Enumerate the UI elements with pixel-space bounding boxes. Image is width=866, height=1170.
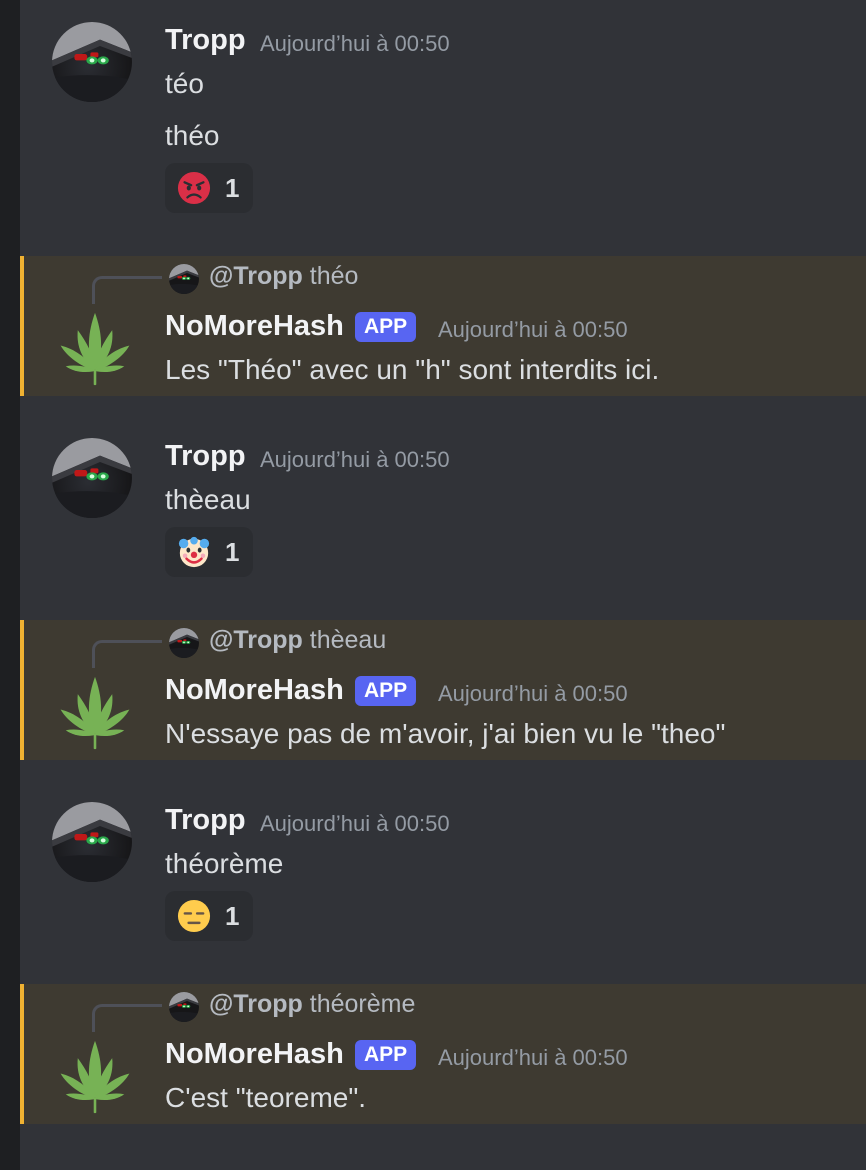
cannabis-leaf-avatar-icon[interactable] [52,1034,138,1120]
message-item[interactable]: @Tropp théorème NoMoreHash APP Aujourd’h… [20,984,866,1124]
message-text: C'est "teoreme". [165,1082,367,1113]
reply-connector [92,640,162,668]
message-item[interactable]: Tropp Aujourd’hui à 00:50 téo théo 1 [20,0,866,230]
avatar[interactable] [52,802,132,882]
reply-preview-text: théo [309,262,359,290]
clown-face-icon [178,536,210,568]
author-name[interactable]: Tropp [165,440,246,473]
user-avatar-image [169,264,199,294]
user-avatar-image [52,802,132,882]
message-timestamp[interactable]: Aujourd’hui à 00:50 [438,317,628,343]
message-item[interactable]: Tropp Aujourd’hui à 00:50 théorème 1 [20,784,866,964]
message-text: Les "Théo" avec un "h" sont interdits ic… [165,354,660,385]
app-badge: APP [355,1040,417,1070]
author-name[interactable]: NoMoreHash [165,1038,344,1071]
user-avatar-image [169,628,199,658]
reply-mention[interactable]: @Tropp [209,262,303,290]
message-item[interactable]: @Tropp théo NoMoreHash APP Aujourd’hui à… [20,256,866,396]
message-item[interactable]: Tropp Aujourd’hui à 00:50 thèeau 1 [20,420,866,600]
app-badge: APP [355,676,417,706]
user-avatar-image [52,438,132,518]
reaction-count: 1 [225,172,240,203]
message-timestamp[interactable]: Aujourd’hui à 00:50 [438,681,628,707]
author-name[interactable]: NoMoreHash [165,674,344,707]
reply-connector [92,276,162,304]
avatar[interactable] [52,438,132,518]
cannabis-leaf-avatar-icon[interactable] [52,670,138,756]
expressionless-face-icon [177,899,211,933]
app-badge: APP [355,312,417,342]
user-avatar-image [169,992,199,1022]
message-timestamp[interactable]: Aujourd’hui à 00:50 [260,811,450,837]
reply-preview-text: thèeau [309,626,387,654]
reaction-button[interactable]: 1 [165,527,253,577]
user-avatar-image [52,22,132,102]
message-text: théo [165,120,220,151]
reply-avatar[interactable] [169,992,199,1022]
message-text: N'essaye pas de m'avoir, j'ai bien vu le… [165,718,726,749]
author-name[interactable]: NoMoreHash [165,310,344,343]
reaction-button[interactable]: 1 [165,891,253,941]
message-timestamp[interactable]: Aujourd’hui à 00:50 [260,447,450,473]
cannabis-leaf-avatar-icon[interactable] [52,306,138,392]
reply-connector [92,1004,162,1032]
reply-avatar[interactable] [169,264,199,294]
reply-preview-text: théorème [309,990,416,1018]
message-text: théorème [165,848,284,879]
reply-preview[interactable]: @Tropp théorème [209,990,415,1019]
avatar[interactable] [52,22,132,102]
message-text: téo [165,68,204,99]
chat-message-list[interactable]: Tropp Aujourd’hui à 00:50 téo théo 1 @Tr… [20,0,866,1170]
reply-preview[interactable]: @Tropp théo [209,262,358,291]
message-timestamp[interactable]: Aujourd’hui à 00:50 [438,1045,628,1071]
reply-avatar[interactable] [169,628,199,658]
reply-preview[interactable]: @Tropp thèeau [209,626,386,655]
reply-mention[interactable]: @Tropp [209,626,303,654]
message-timestamp[interactable]: Aujourd’hui à 00:50 [260,31,450,57]
reaction-count: 1 [225,536,240,567]
author-name[interactable]: Tropp [165,24,246,57]
reaction-button[interactable]: 1 [165,163,253,213]
message-text: thèeau [165,484,251,515]
angry-face-icon [177,171,211,205]
author-name[interactable]: Tropp [165,804,246,837]
reaction-count: 1 [225,900,240,931]
message-item[interactable]: @Tropp thèeau NoMoreHash APP Aujourd’hui… [20,620,866,760]
reply-mention[interactable]: @Tropp [209,990,303,1018]
